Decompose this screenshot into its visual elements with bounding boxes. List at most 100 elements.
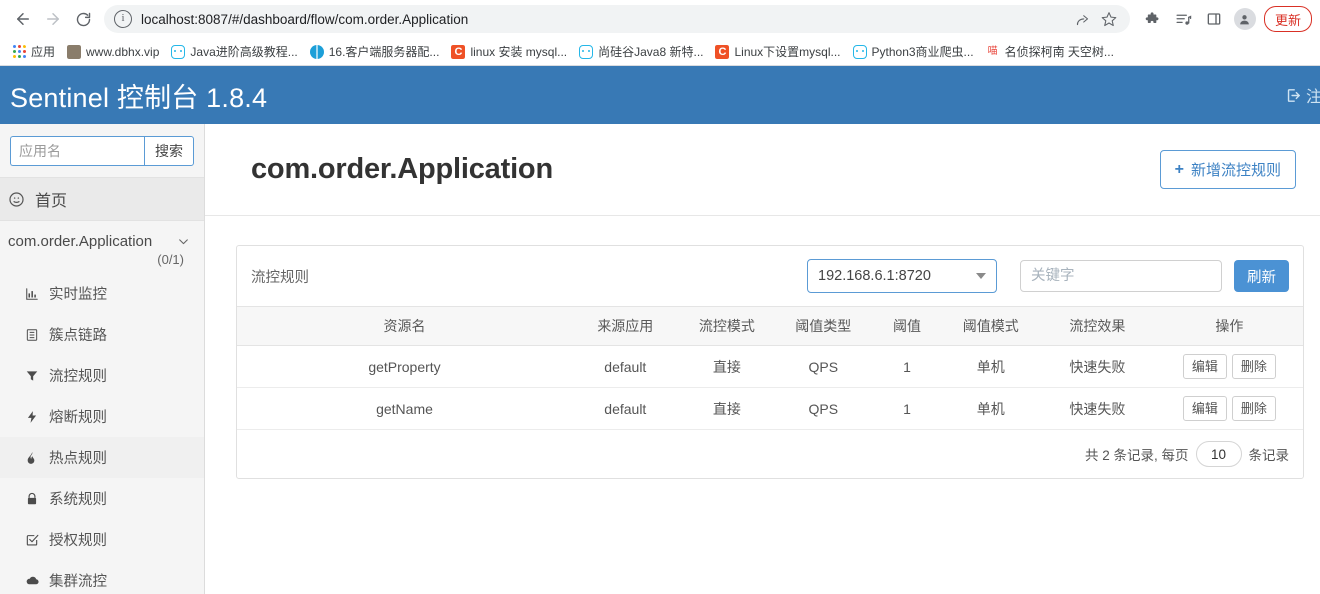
main-content: com.order.Application + 新增流控规则 流控规则 192.… bbox=[205, 124, 1320, 594]
sidebar-item-flow-rules[interactable]: 流控规则 bbox=[0, 355, 204, 396]
add-flow-rule-button[interactable]: + 新增流控规则 bbox=[1160, 150, 1296, 189]
apps-grid-icon bbox=[12, 45, 26, 59]
main-header: com.order.Application + 新增流控规则 bbox=[205, 124, 1320, 216]
flow-rules-table: 资源名 来源应用 流控模式 阈值类型 阈值 阈值模式 流控效果 操作 getPr… bbox=[237, 306, 1303, 430]
sidebar-item-degrade-rules[interactable]: 熔断规则 bbox=[0, 396, 204, 437]
share-icon[interactable] bbox=[1072, 8, 1094, 30]
forward-arrow-icon[interactable] bbox=[38, 4, 68, 34]
sidebar-item-system-rules[interactable]: 系统规则 bbox=[0, 478, 204, 519]
sidebar-item-label: 系统规则 bbox=[49, 488, 107, 509]
edit-button[interactable]: 编辑 bbox=[1183, 396, 1227, 422]
sidebar-item-realtime-monitor[interactable]: 实时监控 bbox=[0, 273, 204, 314]
check-square-icon bbox=[24, 533, 40, 547]
app-body: 搜索 首页 com.order.Application (0/1) 实时监控 bbox=[0, 124, 1320, 594]
sidebar-item-authority-rules[interactable]: 授权规则 bbox=[0, 519, 204, 560]
cell-operations: 编辑 删除 bbox=[1156, 346, 1303, 388]
url-text: localhost:8087/#/dashboard/flow/com.orde… bbox=[141, 12, 1068, 27]
page-title: com.order.Application bbox=[251, 153, 553, 186]
column-header-threshold-mode: 阈值模式 bbox=[943, 307, 1039, 346]
search-button[interactable]: 搜索 bbox=[144, 136, 194, 166]
cell-flow-effect: 快速失败 bbox=[1039, 346, 1156, 388]
bookmark-label: linux 安装 mysql... bbox=[470, 43, 567, 60]
reading-list-icon[interactable] bbox=[1170, 5, 1198, 33]
sidebar-item-cluster-flow[interactable]: 集群流控 bbox=[0, 560, 204, 594]
filter-icon bbox=[24, 369, 40, 383]
cell-threshold: 1 bbox=[871, 346, 942, 388]
delete-button[interactable]: 删除 bbox=[1232, 396, 1276, 422]
browser-toolbar: i localhost:8087/#/dashboard/flow/com.or… bbox=[0, 0, 1320, 38]
sidebar-item-home[interactable]: 首页 bbox=[0, 177, 204, 221]
bookmark-label: 16.客户端服务器配... bbox=[329, 43, 440, 60]
cell-flow-mode: 直接 bbox=[679, 388, 775, 430]
bookmark-item[interactable]: Python3商业爬虫... bbox=[847, 41, 980, 63]
bilibili-favicon bbox=[171, 45, 185, 59]
keyword-input[interactable] bbox=[1020, 260, 1222, 292]
cell-threshold-mode: 单机 bbox=[943, 346, 1039, 388]
fire-icon bbox=[24, 451, 40, 465]
bookmark-label: Python3商业爬虫... bbox=[872, 43, 974, 60]
cell-threshold-type: QPS bbox=[775, 346, 871, 388]
bookmarks-bar: 应用 www.dbhx.vip Java进阶高级教程... 16.客户端服务器配… bbox=[0, 38, 1320, 66]
pagination-footer: 共 2 条记录, 每页 条记录 bbox=[237, 430, 1303, 478]
column-header-flow-effect: 流控效果 bbox=[1039, 307, 1156, 346]
bookmark-item[interactable]: Java进阶高级教程... bbox=[165, 41, 303, 63]
bookmark-apps[interactable]: 应用 bbox=[6, 41, 61, 63]
bookmark-item[interactable]: 16.客户端服务器配... bbox=[304, 41, 446, 63]
reload-icon[interactable] bbox=[68, 4, 98, 34]
bar-chart-icon bbox=[24, 287, 40, 301]
address-bar[interactable]: i localhost:8087/#/dashboard/flow/com.or… bbox=[104, 5, 1130, 33]
refresh-button[interactable]: 刷新 bbox=[1234, 260, 1289, 292]
sidebar-home-label: 首页 bbox=[35, 187, 67, 211]
sidebar-item-cluster-link[interactable]: 簇点链路 bbox=[0, 314, 204, 355]
cloud-icon bbox=[24, 573, 40, 588]
puzzle-icon[interactable] bbox=[1140, 5, 1168, 33]
bookmark-item[interactable]: www.dbhx.vip bbox=[61, 41, 165, 63]
app-title: Sentinel 控制台 1.8.4 bbox=[10, 76, 267, 115]
flow-rules-card: 流控规则 192.168.6.1:8720 刷新 资源名 来源应用 流控模式 bbox=[236, 245, 1304, 479]
chevron-down-icon[interactable] bbox=[177, 235, 190, 248]
table-row: getName default 直接 QPS 1 单机 快速失败 编辑 删除 bbox=[237, 388, 1303, 430]
delete-button[interactable]: 删除 bbox=[1232, 354, 1276, 380]
miao-favicon: 喵 bbox=[986, 45, 1000, 59]
sidebar-item-hotspot-rules[interactable]: 热点规则 bbox=[0, 437, 204, 478]
machine-select[interactable]: 192.168.6.1:8720 bbox=[807, 259, 997, 293]
column-header-threshold-type: 阈值类型 bbox=[775, 307, 871, 346]
csdn-favicon: C bbox=[451, 45, 465, 59]
side-panel-icon[interactable] bbox=[1200, 5, 1228, 33]
app-header: Sentinel 控制台 1.8.4 注销 bbox=[0, 66, 1320, 124]
update-button[interactable]: 更新 bbox=[1264, 6, 1312, 32]
sidebar-item-label: 流控规则 bbox=[49, 365, 107, 386]
logout-button[interactable]: 注销 bbox=[1285, 83, 1320, 107]
sidebar-search-row: 搜索 bbox=[0, 124, 204, 177]
sidebar-app-group-header[interactable]: com.order.Application bbox=[0, 233, 204, 250]
card-title: 流控规则 bbox=[251, 266, 309, 287]
sidebar-app-name: com.order.Application bbox=[8, 233, 152, 250]
site-info-icon[interactable]: i bbox=[114, 10, 132, 28]
sidebar: 搜索 首页 com.order.Application (0/1) 实时监控 bbox=[0, 124, 205, 594]
sidebar-app-group: com.order.Application (0/1) 实时监控 簇点链路 bbox=[0, 221, 204, 594]
globe-favicon bbox=[310, 45, 324, 59]
bookmark-label: 尚硅谷Java8 新特... bbox=[598, 43, 703, 60]
bookmark-item[interactable]: 喵 名侦探柯南 天空树... bbox=[980, 41, 1120, 63]
column-header-resource: 资源名 bbox=[237, 307, 572, 346]
profile-avatar-icon[interactable] bbox=[1234, 8, 1256, 30]
browser-chrome: i localhost:8087/#/dashboard/flow/com.or… bbox=[0, 0, 1320, 66]
bookmark-item[interactable]: 尚硅谷Java8 新特... bbox=[573, 41, 709, 63]
plus-icon: + bbox=[1175, 161, 1184, 179]
page-size-input[interactable] bbox=[1196, 441, 1242, 467]
bilibili-favicon bbox=[853, 45, 867, 59]
logout-label: 注销 bbox=[1306, 83, 1320, 107]
cell-threshold-type: QPS bbox=[775, 388, 871, 430]
star-icon[interactable] bbox=[1098, 8, 1120, 30]
sidebar-item-label: 熔断规则 bbox=[49, 406, 107, 427]
cell-threshold: 1 bbox=[871, 388, 942, 430]
bookmark-item[interactable]: C linux 安装 mysql... bbox=[445, 41, 573, 63]
csdn-favicon: C bbox=[715, 45, 729, 59]
bookmark-item[interactable]: C Linux下设置mysql... bbox=[709, 41, 846, 63]
cell-threshold-mode: 单机 bbox=[943, 388, 1039, 430]
table-row: getProperty default 直接 QPS 1 单机 快速失败 编辑 … bbox=[237, 346, 1303, 388]
edit-button[interactable]: 编辑 bbox=[1183, 354, 1227, 380]
sidebar-item-label: 授权规则 bbox=[49, 529, 107, 550]
search-input[interactable] bbox=[10, 136, 144, 166]
back-arrow-icon[interactable] bbox=[8, 4, 38, 34]
